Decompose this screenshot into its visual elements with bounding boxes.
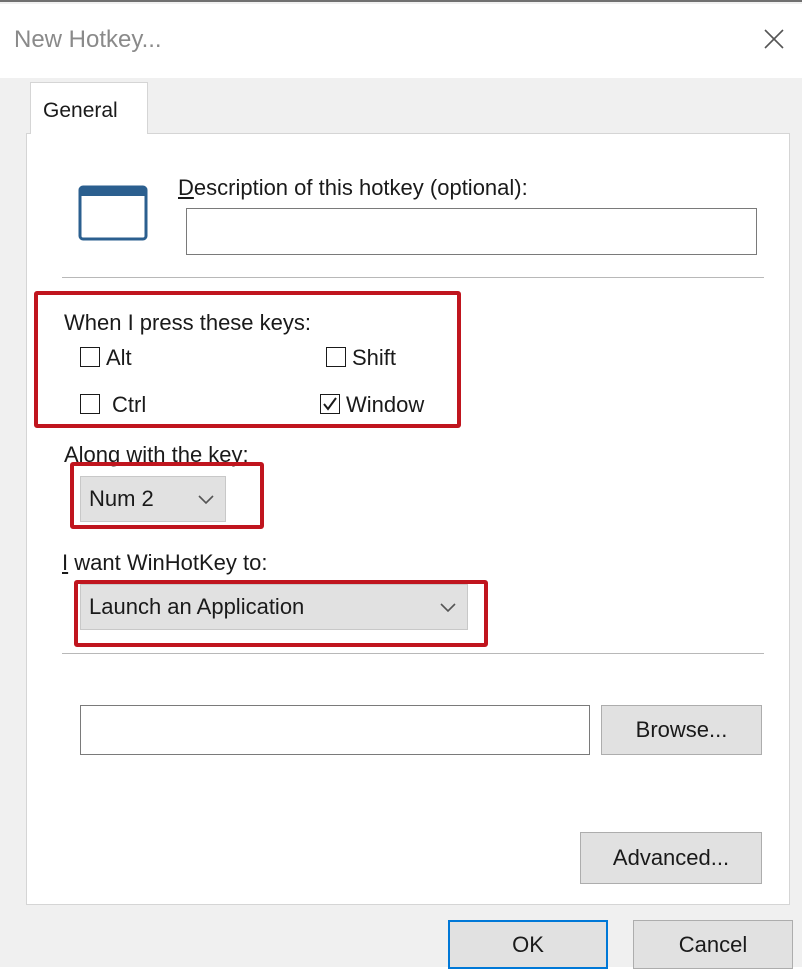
alt-label: Alt <box>106 345 132 370</box>
keys-label: When I press these keys: <box>64 310 311 335</box>
ctrl-label: Ctrl <box>112 392 147 417</box>
action-label: I want WinHotKey to: <box>62 550 267 576</box>
advanced-button[interactable]: Advanced... <box>580 832 762 884</box>
window-frame-icon <box>78 185 148 241</box>
description-label-mnemonic: D <box>178 175 194 200</box>
browse-button[interactable]: Browse... <box>601 705 762 755</box>
chevron-down-icon <box>198 495 214 505</box>
description-input[interactable] <box>186 208 757 255</box>
separator-top <box>62 277 764 278</box>
window-checkbox[interactable] <box>320 394 340 414</box>
new-hotkey-dialog: New Hotkey... General Description of thi… <box>0 0 802 969</box>
along-with-label: Along with the key: <box>64 442 249 467</box>
ok-button[interactable]: OK <box>448 920 608 969</box>
tab-general[interactable]: General <box>30 82 148 134</box>
window-label: Window <box>346 392 425 417</box>
shift-label: Shift <box>352 345 397 370</box>
action-label-rest: want WinHotKey to: <box>68 550 268 575</box>
shift-checkbox[interactable] <box>326 347 346 367</box>
dialog-title: New Hotkey... <box>14 26 162 53</box>
key-dropdown-value: Num 2 <box>89 486 154 511</box>
checkmark-icon <box>322 396 337 411</box>
alt-checkbox[interactable] <box>80 347 100 367</box>
action-dropdown[interactable]: Launch an Application <box>80 584 468 630</box>
tab-general-label: General <box>43 99 118 122</box>
action-dropdown-value: Launch an Application <box>89 594 305 619</box>
cancel-button[interactable]: Cancel <box>633 920 793 969</box>
title-bar: New Hotkey... <box>0 4 802 78</box>
key-dropdown[interactable]: Num 2 <box>80 476 226 522</box>
chevron-down-icon <box>440 603 456 613</box>
description-label: Description of this hotkey (optional): <box>178 175 528 201</box>
ctrl-checkbox[interactable] <box>80 394 100 414</box>
separator-bottom <box>62 653 764 654</box>
description-label-rest: escription of this hotkey (optional): <box>193 175 528 200</box>
application-path-input[interactable] <box>80 705 590 755</box>
close-icon[interactable] <box>757 22 791 56</box>
